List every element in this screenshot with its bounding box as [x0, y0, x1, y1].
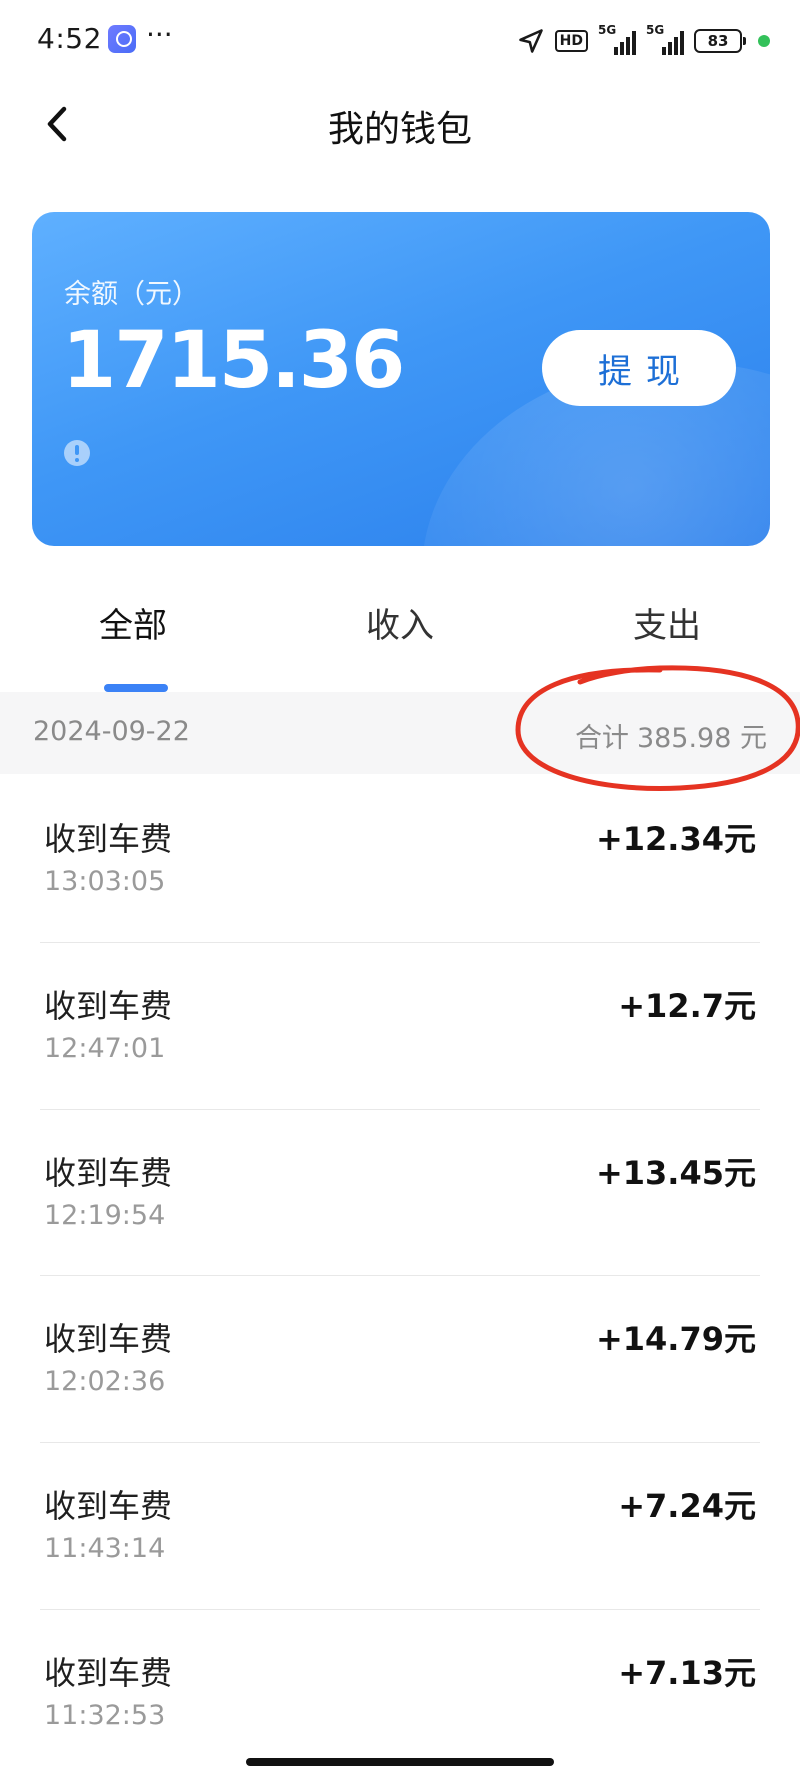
transaction-amount: +7.13元 [618, 1653, 756, 1692]
summary-total-value: 385.98 元 [636, 723, 767, 754]
transaction-time: 12:19:54 [44, 1199, 166, 1231]
transaction-list: 收到车费 13:03:05 +12.34元 收到车费 12:47:01 +12.… [0, 776, 800, 1777]
transaction-row[interactable]: 收到车费 12:02:36 +14.79元 [40, 1276, 760, 1444]
transaction-amount: +12.7元 [618, 986, 756, 1025]
nav-bar: 我的钱包 [0, 80, 800, 170]
transaction-time: 13:03:05 [44, 866, 166, 897]
page-title: 我的钱包 [327, 109, 472, 150]
transaction-time: 11:43:14 [44, 1533, 166, 1565]
hd-voice-icon: HD [554, 30, 588, 52]
signal-icon-sim2: 5G [646, 23, 684, 55]
more-notifications-icon: ··· [146, 18, 173, 51]
transaction-amount: +7.24元 [618, 1487, 756, 1526]
battery-icon: 83 [694, 29, 746, 53]
status-time: 4:52 [37, 22, 102, 55]
status-indicators: HD 5G 5G 83 [517, 23, 770, 58]
balance-label: 余额（元） [64, 279, 199, 310]
balance-card: 余额（元） 1715.36 提现 [32, 212, 770, 546]
signal-icon-sim1: 5G [598, 23, 636, 55]
transaction-title: 收到车费 [44, 1487, 173, 1526]
location-icon [518, 29, 543, 53]
app-notification-icon [108, 25, 136, 53]
transaction-title: 收到车费 [44, 1153, 173, 1192]
privacy-indicator-dot [758, 35, 770, 47]
info-icon[interactable] [64, 440, 90, 466]
status-bar: 4:52 ··· HD 5G 5G 83 [0, 0, 800, 80]
active-tab-indicator [104, 684, 168, 692]
transaction-amount: +13.45元 [595, 1153, 756, 1192]
summary-total-label: 合计 [574, 723, 629, 754]
transaction-title: 收到车费 [44, 1320, 173, 1359]
tab-income[interactable]: 收入 [267, 598, 533, 647]
transaction-amount: +12.34元 [595, 820, 756, 858]
transaction-title: 收到车费 [44, 1653, 173, 1692]
transaction-time: 11:32:53 [44, 1699, 166, 1731]
transaction-title: 收到车费 [44, 986, 173, 1025]
tab-all[interactable]: 全部 [0, 598, 266, 647]
transaction-title: 收到车费 [44, 820, 173, 858]
balance-amount: 1715.36 [62, 316, 405, 406]
withdraw-button[interactable]: 提现 [542, 330, 736, 406]
summary-total: 合计 385.98 元 [575, 716, 767, 755]
transaction-row[interactable]: 收到车费 11:32:53 +7.13元 [40, 1610, 760, 1777]
home-indicator[interactable] [246, 1758, 554, 1766]
transaction-time: 12:47:01 [44, 1032, 166, 1064]
transaction-row[interactable]: 收到车费 11:43:14 +7.24元 [40, 1443, 760, 1610]
summary-date: 2024-09-22 [33, 716, 190, 747]
transaction-time: 12:02:36 [44, 1366, 166, 1398]
date-summary-bar: 2024-09-22 合计 385.98 元 [0, 692, 800, 774]
transaction-amount: +14.79元 [595, 1320, 756, 1359]
transaction-row[interactable]: 收到车费 12:47:01 +12.7元 [40, 943, 760, 1110]
wallet-page: 4:52 ··· HD 5G 5G 83 我的钱包 余额（元） 1715.36 … [0, 0, 800, 1778]
transaction-row[interactable]: 收到车费 13:03:05 +12.34元 [40, 776, 760, 943]
tab-expense[interactable]: 支出 [534, 598, 800, 647]
filter-tabs: 全部 收入 支出 [0, 580, 800, 692]
transaction-row[interactable]: 收到车费 12:19:54 +13.45元 [40, 1110, 760, 1277]
